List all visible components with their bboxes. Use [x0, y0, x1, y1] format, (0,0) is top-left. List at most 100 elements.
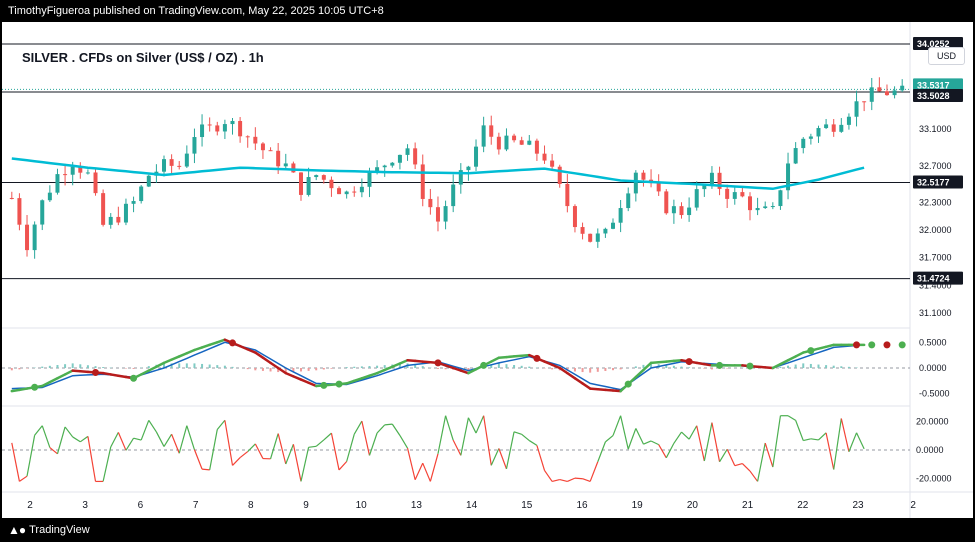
osc-line-segment — [19, 475, 28, 482]
osc-line-segment — [239, 451, 249, 459]
osc-line-segment — [567, 477, 576, 482]
candle-body — [474, 146, 479, 167]
candle-body — [466, 166, 471, 171]
osc-line-segment — [605, 435, 614, 443]
time-tick-label: 3 — [82, 500, 88, 511]
osc-line-segment — [521, 433, 530, 442]
candle-body — [116, 216, 121, 223]
candle-body — [862, 101, 867, 103]
candle-body — [283, 163, 288, 167]
candle-body — [215, 125, 220, 132]
osc-line-segment — [711, 422, 721, 462]
candle-body — [763, 206, 768, 209]
candle-body — [101, 193, 106, 225]
osc-line-segment — [544, 470, 553, 482]
osc-line-segment — [26, 435, 36, 477]
candle-body — [588, 233, 593, 242]
price-tick-label: 31.7000 — [919, 253, 952, 263]
osc-line-segment — [658, 444, 667, 459]
osc-line-segment — [688, 425, 698, 440]
osc-tick-label: -20.0000 — [916, 474, 952, 484]
osc-line-segment — [559, 479, 568, 483]
chart-area[interactable]: 33.1000 32.7000 32.3000 32.0000 31.7000 31.40… — [2, 22, 973, 518]
horizontal-lines — [2, 43, 910, 280]
candle-body — [55, 174, 60, 193]
candle-body — [839, 124, 844, 132]
osc-line-segment — [483, 415, 492, 466]
macd-cross-marker — [533, 354, 541, 362]
candle-body — [626, 193, 631, 209]
candle-body — [260, 143, 265, 151]
candle-body — [162, 159, 167, 172]
candle-body — [542, 153, 547, 161]
macd-cross-marker — [807, 347, 815, 355]
osc-line-segment — [216, 419, 226, 430]
candle-body — [420, 164, 425, 199]
horizontal-line-label: 32.5177 — [917, 178, 950, 188]
macd-line-segment — [489, 356, 501, 363]
candle-body — [755, 208, 760, 211]
osc-line-segment — [528, 440, 538, 446]
candle-body — [200, 124, 205, 138]
candle-body — [306, 177, 311, 195]
osc-line-segment — [818, 432, 827, 441]
candle-body — [831, 124, 836, 132]
candle-body — [504, 135, 509, 150]
osc-line-segment — [855, 432, 865, 450]
candle-body — [177, 165, 182, 167]
macd-line-segment — [155, 361, 166, 368]
candle-body — [291, 163, 296, 173]
time-tick-label: 6 — [138, 500, 144, 511]
osc-line-segment — [650, 440, 659, 446]
candle-body — [740, 192, 745, 197]
candle-body — [489, 125, 494, 137]
osc-line-segment — [787, 415, 796, 421]
tradingview-logo-icon: ▲● — [8, 523, 26, 537]
osc-line-segment — [490, 448, 500, 466]
candle-body — [900, 85, 905, 91]
candles — [9, 77, 905, 259]
osc-line-segment — [155, 431, 165, 447]
osc-line-segment — [536, 445, 546, 471]
candle-body — [732, 192, 737, 199]
osc-line-segment — [612, 415, 622, 436]
osc-line-segment — [422, 462, 431, 482]
time-tick-label: 16 — [576, 500, 588, 511]
candle-body — [550, 160, 555, 167]
candle-body — [451, 184, 456, 207]
candle-body — [846, 116, 851, 125]
time-tick-label: 14 — [466, 500, 478, 511]
candle-body — [747, 196, 752, 211]
osc-line-segment — [133, 437, 142, 441]
candle-body — [892, 90, 897, 96]
macd-cross-marker — [746, 362, 754, 370]
osc-line-segment — [414, 462, 424, 480]
candle-body — [679, 206, 684, 216]
osc-line-segment — [49, 447, 58, 455]
candle-body — [47, 192, 52, 201]
candle-body — [108, 216, 113, 225]
osc-line-segment — [574, 477, 583, 480]
candle-body — [413, 148, 418, 165]
osc-line-segment — [840, 418, 850, 452]
screenshot-frame: TimothyFigueroa published on TradingView… — [0, 0, 975, 542]
candle-body — [329, 179, 334, 189]
time-tick-label: 7 — [193, 500, 199, 511]
time-tick-label: 19 — [632, 500, 644, 511]
chart-svg[interactable]: 33.100032.700032.300032.000031.700031.40… — [2, 22, 973, 518]
osc-line-segment — [125, 437, 135, 451]
candle-body — [580, 227, 585, 234]
macd-cross-marker — [883, 341, 891, 349]
candle-body — [877, 87, 882, 92]
osc-line-segment — [498, 448, 508, 470]
osc-line-segment — [399, 435, 409, 449]
candle-body — [854, 101, 859, 117]
currency-button[interactable]: USD — [927, 47, 965, 65]
osc-line-segment — [734, 462, 743, 467]
macd-tick-label: 0.5000 — [919, 337, 947, 347]
macd-line-segment — [56, 373, 67, 380]
osc-line-segment — [764, 442, 774, 468]
footer-brand[interactable]: ▲● TradingView — [8, 522, 90, 538]
price-tick-label: 32.3000 — [919, 198, 952, 208]
osc-line-segment — [64, 426, 74, 438]
